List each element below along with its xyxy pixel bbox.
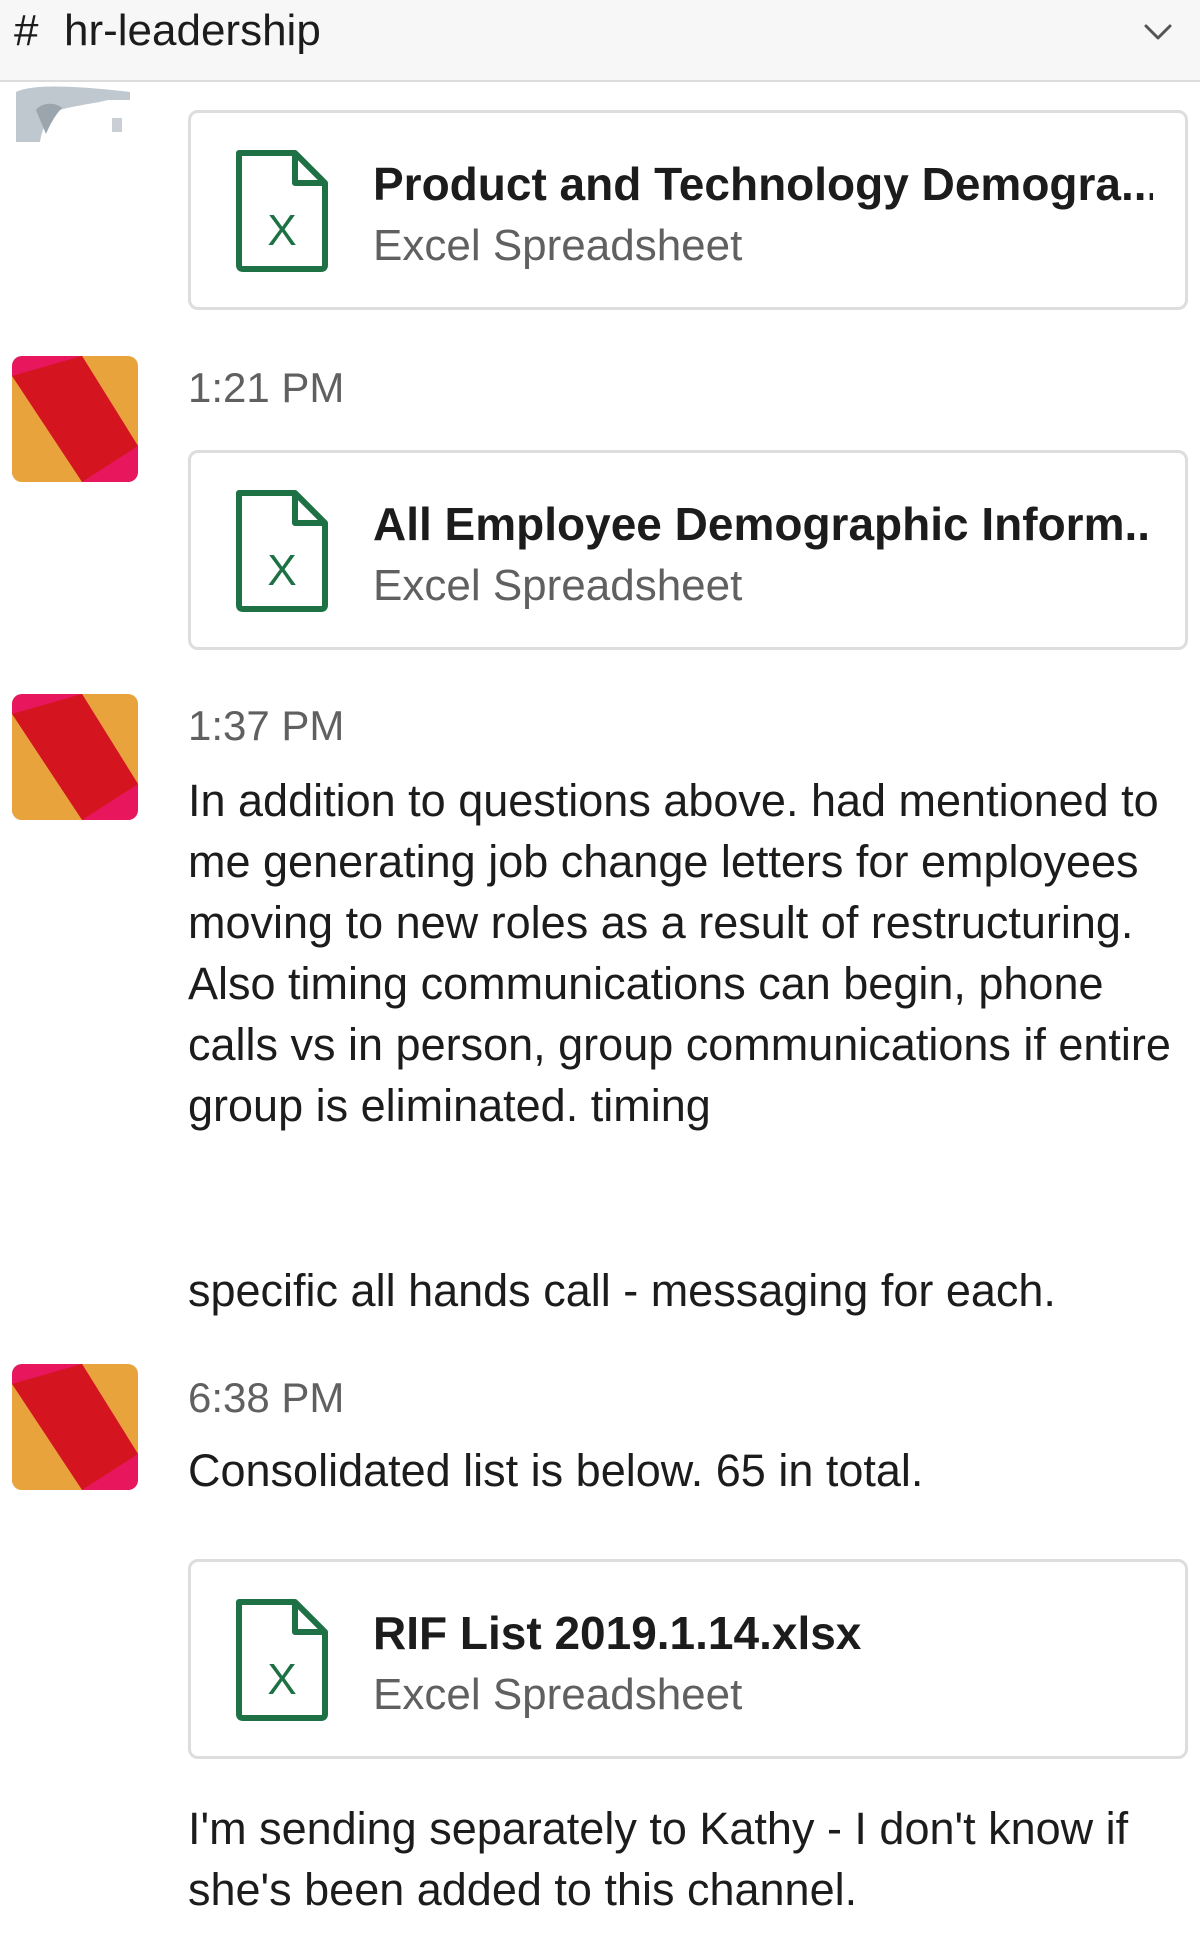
avatar[interactable]	[12, 694, 138, 820]
file-attachment[interactable]: X All Employee Demographic Inform... Exc…	[188, 450, 1188, 650]
excel-file-icon: X	[236, 150, 328, 272]
avatar[interactable]	[12, 356, 138, 482]
excel-file-icon: X	[236, 1599, 328, 1721]
file-type: Excel Spreadsheet	[373, 1670, 743, 1719]
file-name[interactable]: All Employee Demographic Inform...	[373, 497, 1153, 551]
message-meta: 6:38 PM	[188, 1374, 344, 1422]
file-attachment[interactable]: X RIF List 2019.1.14.xlsx Excel Spreadsh…	[188, 1559, 1188, 1759]
file-name[interactable]: RIF List 2019.1.14.xlsx	[373, 1606, 861, 1660]
chevron-down-icon[interactable]	[1140, 14, 1176, 50]
message-timestamp[interactable]: 1:21 PM	[188, 364, 344, 411]
channel-name[interactable]: hr-leadership	[64, 6, 321, 56]
svg-text:X: X	[267, 206, 296, 255]
svg-text:X: X	[267, 1655, 296, 1704]
avatar[interactable]	[12, 84, 138, 142]
file-type: Excel Spreadsheet	[373, 221, 743, 270]
message-text: Consolidated list is below. 65 in total.	[188, 1445, 924, 1496]
avatar[interactable]	[12, 1364, 138, 1490]
message-timestamp[interactable]: 6:38 PM	[188, 1374, 344, 1421]
file-name[interactable]: Product and Technology Demogra...	[373, 157, 1153, 211]
channel-hash-icon: #	[14, 6, 39, 55]
message-meta: 1:37 PM	[188, 702, 344, 750]
file-type: Excel Spreadsheet	[373, 561, 743, 610]
message-text: I'm sending separately to Kathy - I don'…	[188, 1803, 1129, 1915]
message-text: In addition to questions above. had ment…	[188, 775, 1171, 1131]
message-meta: 1:21 PM	[188, 364, 344, 412]
file-attachment[interactable]: X Product and Technology Demogra... Exce…	[188, 110, 1188, 310]
channel-header[interactable]: # hr-leadership	[0, 0, 1200, 82]
message-timestamp[interactable]: 1:37 PM	[188, 702, 344, 749]
svg-text:X: X	[267, 546, 296, 595]
message-text: specific all hands call - messaging for …	[188, 1265, 1056, 1316]
excel-file-icon: X	[236, 490, 328, 612]
